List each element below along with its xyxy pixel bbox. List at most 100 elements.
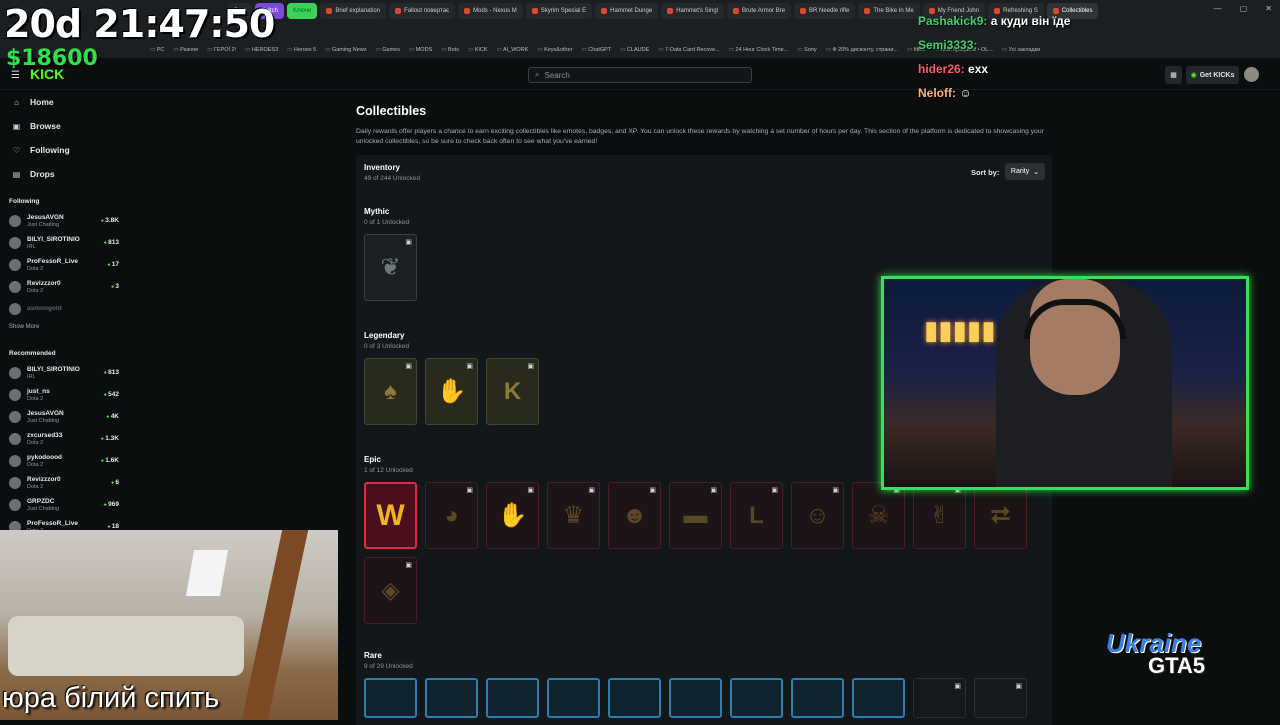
- collectible-card[interactable]: [852, 678, 905, 718]
- cam-neon-sign: ▮▮▮▮▮: [924, 315, 996, 345]
- collectible-card[interactable]: [486, 678, 539, 718]
- library-button[interactable]: ▦: [1165, 66, 1182, 84]
- collectible-card[interactable]: L ▣: [730, 482, 783, 549]
- close-icon[interactable]: ✕: [1265, 4, 1272, 13]
- user-avatar[interactable]: [1244, 67, 1259, 82]
- collectible-card[interactable]: ◕ ▣: [425, 482, 478, 549]
- browser-tab[interactable]: Skyrim Special E: [525, 3, 593, 19]
- ukraine-gta5-logo: Ukraine GTA5: [1106, 628, 1205, 679]
- bookmark-item[interactable]: Sony: [797, 47, 817, 53]
- browser-tab[interactable]: Mods - Nexus M: [458, 3, 523, 19]
- chevron-down-icon: ⌄: [1033, 168, 1040, 176]
- collectible-card[interactable]: [669, 678, 722, 718]
- collectible-card[interactable]: ✋ ▣: [425, 358, 478, 425]
- bookmark-item[interactable]: Ф 20% дисконту, страни...: [826, 47, 898, 53]
- collectible-art: ✋: [497, 502, 528, 529]
- bookmark-item[interactable]: PC: [150, 47, 165, 53]
- channel-item[interactable]: ProFessoR_LiveDota 2 17: [0, 254, 125, 276]
- browser-tab[interactable]: Fallout повертає: [389, 3, 456, 19]
- collectible-card[interactable]: [364, 678, 417, 718]
- collectible-card[interactable]: [608, 678, 661, 718]
- bookmark-item[interactable]: 24 Hour Clock Time...: [729, 47, 788, 53]
- bookmark-item[interactable]: KICK: [468, 47, 488, 53]
- channel-category: Dota 2: [27, 483, 44, 490]
- bookmark-item[interactable]: AI_WORK: [497, 47, 528, 53]
- sidebar-item-label: Home: [30, 97, 54, 107]
- collectible-card[interactable]: ♛ ▣: [547, 482, 600, 549]
- channel-item[interactable]: just_nsDota 2 542: [0, 384, 125, 406]
- channel-item[interactable]: Revizzzor0Dota 2 6: [0, 472, 125, 494]
- bookmark-item[interactable]: Games: [376, 47, 400, 53]
- channel-item[interactable]: JesusAVGNJust Chatting 3.8K: [0, 210, 125, 232]
- collectible-card[interactable]: [547, 678, 600, 718]
- collectible-card[interactable]: ✌ ▣: [913, 482, 966, 549]
- bookmark-item[interactable]: Разное: [173, 47, 198, 53]
- channel-item[interactable]: JesusAVGNJust Chatting 4K: [0, 406, 125, 428]
- collectible-art: ◈: [381, 577, 400, 604]
- sort-dropdown[interactable]: Rarity ⌄: [1005, 163, 1045, 180]
- collectible-card[interactable]: [791, 678, 844, 718]
- browse-icon: ▣: [12, 121, 21, 131]
- channel-item[interactable]: zxcursed33Dota 2 1.3K: [0, 428, 125, 450]
- collectible-card[interactable]: ☻ ▣: [608, 482, 661, 549]
- channel-item[interactable]: asmongold: [0, 298, 125, 320]
- bookmark-item[interactable]: Keys&other: [537, 47, 572, 53]
- collectible-card[interactable]: K ▣: [486, 358, 539, 425]
- channel-category: Dota 2: [27, 439, 44, 446]
- get-kicks-button[interactable]: ◉ Get KICKs: [1186, 66, 1239, 84]
- sidebar-item-home[interactable]: ⌂ Home: [0, 90, 125, 114]
- browser-tab[interactable]: Brute Armor Bre: [727, 3, 792, 19]
- bookmark-item[interactable]: CLAUDE: [620, 47, 649, 53]
- collectible-card[interactable]: ⮂: [974, 482, 1027, 549]
- channel-avatar: [9, 455, 21, 467]
- sidebar-item-browse[interactable]: ▣ Browse: [0, 114, 125, 138]
- bookmark-item[interactable]: Bots: [441, 47, 459, 53]
- collectible-card[interactable]: [425, 678, 478, 718]
- collectible-card[interactable]: ☺ ▣: [791, 482, 844, 549]
- collectible-card[interactable]: ❦ ▣: [364, 234, 417, 301]
- browser-tab-label: Skyrim Special E: [540, 8, 587, 14]
- browser-tab[interactable]: Kлючи: [287, 3, 318, 19]
- browser-tab[interactable]: Brief explanation: [320, 3, 387, 19]
- menu-icon[interactable]: ☰: [11, 70, 20, 81]
- browser-tab[interactable]: Hammet Dunge: [595, 3, 659, 19]
- inventory-count: 49 of 244 Unlocked: [364, 175, 421, 182]
- collectible-card[interactable]: [730, 678, 783, 718]
- collectible-card[interactable]: W: [364, 482, 417, 549]
- minimize-icon[interactable]: —: [1214, 4, 1222, 13]
- browser-tab[interactable]: The Bike In Me: [858, 3, 920, 19]
- collectible-art: L: [749, 501, 764, 529]
- channel-item[interactable]: pykodooodDota 2 1.6K: [0, 450, 125, 472]
- bookmark-item[interactable]: ГЕРОЇ 2!: [207, 47, 236, 53]
- collectible-card[interactable]: ▣: [913, 678, 966, 718]
- browser-tab[interactable]: BR Needle rifle: [794, 3, 856, 19]
- bookmark-item[interactable]: HEROES3: [245, 47, 278, 53]
- collectible-card[interactable]: ✋ ▣: [486, 482, 539, 549]
- lock-icon: ▣: [527, 363, 534, 370]
- collectible-card[interactable]: ☠ ▣: [852, 482, 905, 549]
- bookmark-item[interactable]: ChatGPT: [582, 47, 611, 53]
- collectible-card[interactable]: ▬ ▣: [669, 482, 722, 549]
- lock-icon: ▣: [710, 487, 717, 494]
- sidebar-item-following[interactable]: ♡ Following: [0, 138, 125, 162]
- channel-item[interactable]: Revizzzor0Dota 2 3: [0, 276, 125, 298]
- bookmark-item[interactable]: 7-Data Card Recove...: [658, 47, 720, 53]
- chat-username: Neloff:: [918, 86, 956, 100]
- maximize-icon[interactable]: ▢: [1240, 4, 1248, 13]
- browser-tab-label: BR Needle rifle: [809, 8, 850, 14]
- show-more-link[interactable]: Show More: [0, 324, 125, 338]
- collectible-card[interactable]: ◈ ▣: [364, 557, 417, 624]
- window-controls: — ▢ ✕: [1214, 4, 1272, 13]
- bookmark-item[interactable]: Gaming News: [325, 47, 367, 53]
- search-input[interactable]: ⌕ Search: [528, 67, 752, 83]
- channel-item[interactable]: BILYI_SIROTINIOIRL 813: [0, 232, 125, 254]
- collectible-card[interactable]: ▣: [974, 678, 1027, 718]
- channel-item[interactable]: GRPZDCJust Chatting 969: [0, 494, 125, 516]
- collectible-card[interactable]: ♠ ▣: [364, 358, 417, 425]
- bookmark-item[interactable]: MODS: [409, 47, 433, 53]
- collectible-art: W: [376, 498, 405, 532]
- sidebar-item-drops[interactable]: ▤ Drops: [0, 162, 125, 186]
- channel-item[interactable]: BILYI_SIROTINIOIRL 813: [0, 362, 125, 384]
- bookmark-item[interactable]: Heroes 5: [287, 47, 316, 53]
- browser-tab[interactable]: Hammet's Singl: [661, 3, 725, 19]
